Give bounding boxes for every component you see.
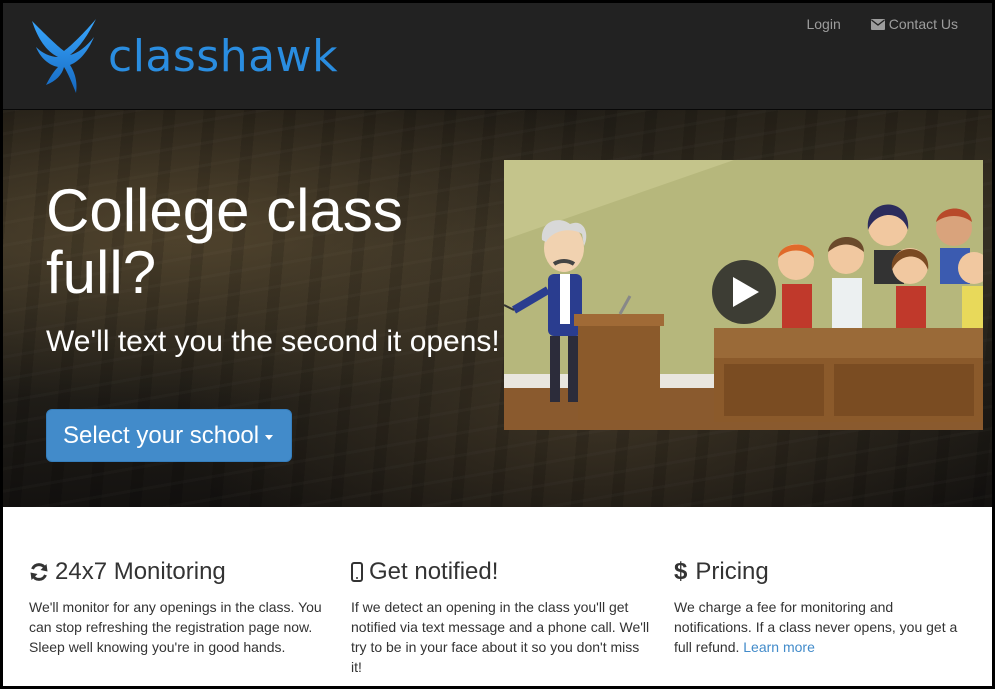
feature-pricing: $ Pricing We charge a fee for monitoring… bbox=[674, 557, 969, 657]
feature-notified-title-text: Get notified! bbox=[369, 558, 499, 585]
brand-name: classhawk bbox=[108, 31, 339, 82]
select-school-button[interactable]: Select your school bbox=[46, 409, 292, 462]
login-link[interactable]: Login bbox=[806, 16, 840, 32]
caret-down-icon bbox=[265, 434, 274, 440]
hawk-logo-icon bbox=[32, 19, 96, 93]
login-label: Login bbox=[806, 16, 841, 32]
hero-subtitle: We'll text you the second it opens! bbox=[46, 325, 500, 358]
feature-pricing-text: We charge a fee for monitoring and notif… bbox=[674, 597, 969, 657]
feature-monitoring-text: We'll monitor for any openings in the cl… bbox=[29, 599, 322, 655]
page-frame: classhawk Login Contact Us College class… bbox=[0, 0, 995, 689]
hero-title: College class full? bbox=[46, 177, 403, 306]
envelope-icon bbox=[870, 18, 885, 30]
contact-us-label: Contact Us bbox=[888, 16, 958, 32]
brand-logo[interactable]: classhawk bbox=[28, 15, 348, 99]
feature-notified-text: If we detect an opening in the class you… bbox=[351, 599, 650, 675]
feature-notified-title: Get notified! bbox=[351, 557, 651, 587]
contact-us-link[interactable]: Contact Us bbox=[870, 16, 958, 32]
refresh-icon bbox=[29, 562, 49, 582]
features-section: 24x7 Monitoring We'll monitor for any op… bbox=[3, 507, 992, 686]
intro-video[interactable] bbox=[504, 160, 983, 430]
nav-links: Login Contact Us bbox=[806, 16, 958, 32]
play-icon bbox=[712, 260, 776, 324]
feature-pricing-body: We charge a fee for monitoring and notif… bbox=[674, 599, 958, 655]
feature-monitoring-title: 24x7 Monitoring bbox=[29, 557, 329, 587]
feature-monitoring: 24x7 Monitoring We'll monitor for any op… bbox=[29, 557, 329, 657]
select-school-label: Select your school bbox=[63, 421, 260, 449]
learn-more-link[interactable]: Learn more bbox=[743, 639, 815, 655]
hero-section: College class full? We'll text you the s… bbox=[3, 110, 992, 507]
feature-notified: Get notified! If we detect an opening in… bbox=[351, 557, 651, 677]
navbar: classhawk Login Contact Us bbox=[3, 3, 992, 110]
video-thumbnail bbox=[504, 160, 983, 430]
feature-monitoring-title-text: 24x7 Monitoring bbox=[55, 558, 226, 585]
dollar-icon: $ bbox=[674, 558, 688, 585]
feature-pricing-title: $ Pricing bbox=[674, 557, 969, 587]
feature-pricing-title-text: Pricing bbox=[695, 558, 769, 585]
mobile-phone-icon bbox=[351, 562, 363, 582]
